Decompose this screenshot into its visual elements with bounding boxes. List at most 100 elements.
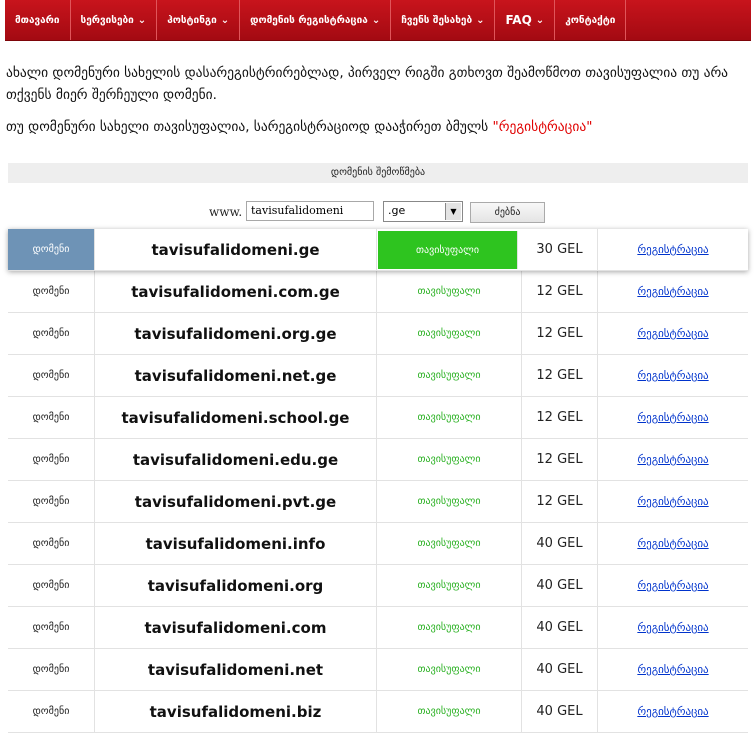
domain-name: tavisufalidomeni.net <box>95 649 377 690</box>
main-navbar: მთავარი სერვისები ⌄ ჰოსტინგი ⌄ დომენის რ… <box>5 0 751 41</box>
price: 12 GEL <box>522 355 598 396</box>
status-text: თავისუფალი <box>377 355 522 396</box>
register-link[interactable]: რეგისტრაცია <box>637 579 708 592</box>
dropdown-arrow-icon: ▼ <box>445 203 461 220</box>
status-text: თავისუფალი <box>377 565 522 606</box>
status-text: თავისუფალი <box>377 397 522 438</box>
register-cell: რეგისტრაცია <box>598 691 748 732</box>
register-link[interactable]: რეგისტრაცია <box>637 621 708 634</box>
nav-item-domain-registration[interactable]: დომენის რეგისტრაცია ⌄ <box>240 0 392 40</box>
status-text: თავისუფალი <box>377 313 522 354</box>
row-type-label: დომენი <box>8 397 95 438</box>
status-text: თავისუფალი <box>377 481 522 522</box>
domain-name: tavisufalidomeni.biz <box>95 691 377 732</box>
register-link[interactable]: რეგისტრაცია <box>637 705 708 718</box>
domain-name: tavisufalidomeni.org <box>95 565 377 606</box>
nav-item-label: ჩვენს შესახებ <box>401 14 473 26</box>
domain-name: tavisufalidomeni.info <box>95 523 377 564</box>
search-button[interactable]: ძებნა <box>470 202 545 223</box>
nav-item-hosting[interactable]: ჰოსტინგი ⌄ <box>157 0 241 40</box>
intro-line-2: თუ დომენური სახელი თავისუფალია, სარეგისტ… <box>6 116 751 138</box>
row-type-label: დომენი <box>8 229 95 270</box>
status-text: თავისუფალი <box>377 439 522 480</box>
nav-item-contact[interactable]: კონტაქტი <box>555 0 627 40</box>
row-type-label: დომენი <box>8 355 95 396</box>
table-row: დომენი tavisufalidomeni.info თავისუფალი … <box>8 523 748 565</box>
register-link[interactable]: რეგისტრაცია <box>637 327 708 340</box>
table-row: დომენი tavisufalidomeni.ge თავისუფალი 30… <box>8 229 748 271</box>
domain-name: tavisufalidomeni.pvt.ge <box>95 481 377 522</box>
row-type-label: დომენი <box>8 439 95 480</box>
chevron-down-icon: ⌄ <box>535 14 545 26</box>
status-text: თავისუფალი <box>377 649 522 690</box>
table-row: დომენი tavisufalidomeni.school.ge თავისუ… <box>8 397 748 439</box>
table-row: დომენი tavisufalidomeni.com.ge თავისუფალ… <box>8 271 748 313</box>
domain-name: tavisufalidomeni.com.ge <box>95 271 377 312</box>
register-link[interactable]: რეგისტრაცია <box>637 495 708 508</box>
domain-name: tavisufalidomeni.edu.ge <box>95 439 377 480</box>
status-text: თავისუფალი <box>377 271 522 312</box>
nav-item-home[interactable]: მთავარი <box>5 0 71 40</box>
intro-line-2-text: თუ დომენური სახელი თავისუფალია, სარეგისტ… <box>6 119 493 135</box>
register-link[interactable]: რეგისტრაცია <box>637 453 708 466</box>
table-row: დომენი tavisufalidomeni.net თავისუფალი 4… <box>8 649 748 691</box>
domain-name: tavisufalidomeni.school.ge <box>95 397 377 438</box>
tld-select[interactable]: .ge ▼ <box>383 201 463 222</box>
table-row: დომენი tavisufalidomeni.pvt.ge თავისუფალ… <box>8 481 748 523</box>
register-link[interactable]: რეგისტრაცია <box>637 285 708 298</box>
table-row: დომენი tavisufalidomeni.org.ge თავისუფალ… <box>8 313 748 355</box>
domain-name: tavisufalidomeni.ge <box>95 229 377 270</box>
chevron-down-icon: ⌄ <box>220 14 230 26</box>
status-text: თავისუფალი <box>377 607 522 648</box>
register-cell: რეგისტრაცია <box>598 481 748 522</box>
domain-search-form: www. tavisufalidomeni .ge ▼ ძებნა <box>0 201 755 223</box>
register-link[interactable]: რეგისტრაცია <box>637 411 708 424</box>
register-cell: რეგისტრაცია <box>598 229 748 270</box>
register-cell: რეგისტრაცია <box>598 397 748 438</box>
nav-item-services[interactable]: სერვისები ⌄ <box>71 0 158 40</box>
row-type-label: დომენი <box>8 649 95 690</box>
row-type-label: დომენი <box>8 607 95 648</box>
table-row: დომენი tavisufalidomeni.org თავისუფალი 4… <box>8 565 748 607</box>
nav-item-about[interactable]: ჩვენს შესახებ ⌄ <box>391 0 496 40</box>
chevron-down-icon: ⌄ <box>476 14 485 26</box>
domain-check-title: დომენის შემოწმება <box>8 163 748 183</box>
register-link[interactable]: რეგისტრაცია <box>637 537 708 550</box>
price: 12 GEL <box>522 313 598 354</box>
tld-selected-value: .ge <box>388 204 406 217</box>
intro-text: ახალი დომენური სახელის დასარეგისტრირებლა… <box>6 62 751 148</box>
price: 40 GEL <box>522 523 598 564</box>
row-type-label: დომენი <box>8 271 95 312</box>
register-link[interactable]: რეგისტრაცია <box>637 369 708 382</box>
row-type-label: დომენი <box>8 565 95 606</box>
price: 40 GEL <box>522 691 598 732</box>
table-row: დომენი tavisufalidomeni.net.ge თავისუფალ… <box>8 355 748 397</box>
table-row: დომენი tavisufalidomeni.biz თავისუფალი 4… <box>8 691 748 733</box>
domain-results-table: დომენი tavisufalidomeni.ge თავისუფალი 30… <box>8 229 748 733</box>
domain-name: tavisufalidomeni.net.ge <box>95 355 377 396</box>
register-cell: რეგისტრაცია <box>598 439 748 480</box>
register-link[interactable]: რეგისტრაცია <box>637 663 708 676</box>
register-link[interactable]: რეგისტრაცია <box>637 243 708 256</box>
table-row: დომენი tavisufalidomeni.edu.ge თავისუფალ… <box>8 439 748 481</box>
price: 40 GEL <box>522 649 598 690</box>
register-cell: რეგისტრაცია <box>598 313 748 354</box>
nav-item-label: კონტაქტი <box>565 14 616 26</box>
register-cell: რეგისტრაცია <box>598 355 748 396</box>
domain-name: tavisufalidomeni.com <box>95 607 377 648</box>
register-cell: რეგისტრაცია <box>598 565 748 606</box>
register-cell: რეგისტრაცია <box>598 271 748 312</box>
domain-search-input[interactable]: tavisufalidomeni <box>246 201 374 221</box>
price: 40 GEL <box>522 607 598 648</box>
status-badge: თავისუფალი <box>378 231 518 269</box>
status-text: თავისუფალი <box>377 523 522 564</box>
nav-item-faq[interactable]: FAQ ⌄ <box>495 0 556 40</box>
row-type-label: დომენი <box>8 523 95 564</box>
www-prefix-label: www. <box>209 205 243 219</box>
register-cell: რეგისტრაცია <box>598 649 748 690</box>
nav-item-label: მთავარი <box>15 14 60 26</box>
table-row: დომენი tavisufalidomeni.com თავისუფალი 4… <box>8 607 748 649</box>
price: 12 GEL <box>522 481 598 522</box>
price: 12 GEL <box>522 439 598 480</box>
register-cell: რეგისტრაცია <box>598 523 748 564</box>
